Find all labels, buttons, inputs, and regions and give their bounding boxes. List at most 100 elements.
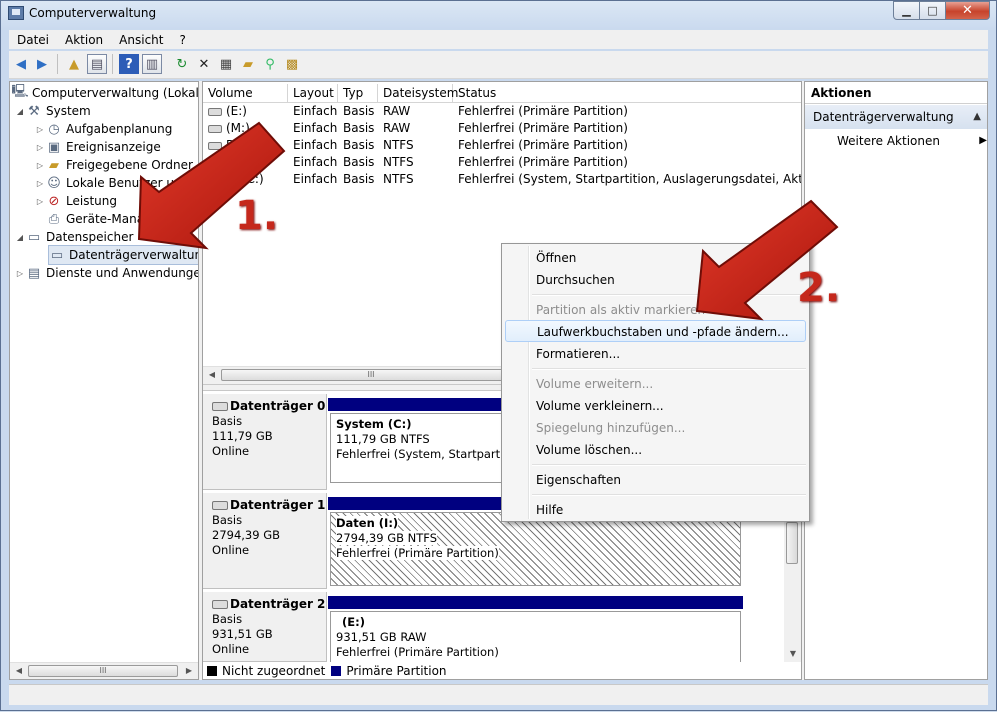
partition-size: 2794,39 GB NTFS bbox=[336, 531, 438, 545]
scroll-right-icon[interactable]: ▶ bbox=[182, 665, 196, 677]
main-window: Computerverwaltung ▁ □ ✕ Datei Aktion An… bbox=[0, 0, 997, 711]
menu-separator bbox=[532, 494, 806, 496]
disk-name: Datenträger 1 bbox=[230, 498, 326, 512]
column-status[interactable]: Status bbox=[453, 84, 801, 102]
disk-info[interactable]: Datenträger 2 Basis 931,51 GB Online bbox=[203, 592, 327, 662]
collapsed-triangle-icon[interactable]: ▷ bbox=[34, 197, 46, 206]
tree-item-disk-management[interactable]: ▭ Datenträgerverwaltung bbox=[48, 245, 198, 265]
menu-help[interactable]: ? bbox=[171, 33, 193, 47]
tree-item-root[interactable]: 🖳 Computerverwaltung (Lokal) bbox=[11, 84, 198, 102]
menu-item-shrink-volume[interactable]: Volume verkleinern... bbox=[505, 395, 806, 417]
menu-item-browse[interactable]: Durchsuchen bbox=[505, 269, 806, 291]
column-layout[interactable]: Layout bbox=[288, 84, 338, 102]
table-row[interactable]: stem (C:) Einfach Basis NTFS Fehlerfrei … bbox=[203, 171, 801, 188]
menu-item-properties[interactable]: Eigenschaften bbox=[505, 469, 806, 491]
column-dateisystem[interactable]: Dateisystem bbox=[378, 84, 458, 102]
volume-name: stem (C:) bbox=[208, 172, 264, 186]
scrollbar-thumb[interactable] bbox=[786, 522, 798, 564]
menu-item-help[interactable]: Hilfe bbox=[505, 499, 806, 521]
collapsed-triangle-icon[interactable]: ▷ bbox=[34, 161, 46, 170]
forward-arrow-icon[interactable]: ▶ bbox=[32, 54, 52, 74]
more-actions-item[interactable]: Weitere Aktionen ▶ bbox=[837, 130, 987, 152]
column-volume[interactable]: Volume bbox=[203, 84, 288, 102]
table-row[interactable]: D Einfach Basis NTFS Fehlerfrei (Primäre… bbox=[203, 137, 801, 154]
scrollbar-thumb[interactable]: III bbox=[28, 665, 178, 677]
disk-type: Basis bbox=[212, 513, 243, 527]
menu-item-change-drive-letter[interactable]: Laufwerkbuchstaben und -pfade ändern... bbox=[505, 320, 806, 342]
scroll-left-icon[interactable]: ◀ bbox=[12, 665, 26, 677]
rescan-disks-icon[interactable]: ▩ bbox=[282, 54, 302, 74]
menu-item-open[interactable]: Öffnen bbox=[505, 247, 806, 269]
back-arrow-icon[interactable]: ◀ bbox=[11, 54, 31, 74]
partition-body[interactable]: (E:) 931,51 GB RAW Fehlerfrei (Primäre P… bbox=[330, 611, 741, 662]
minimize-button[interactable]: ▁ bbox=[893, 1, 920, 20]
collapsed-triangle-icon[interactable]: ▷ bbox=[34, 143, 46, 152]
disk-icon bbox=[212, 402, 228, 411]
partition[interactable]: (E:) 931,51 GB RAW Fehlerfrei (Primäre P… bbox=[328, 592, 743, 662]
close-button[interactable]: ✕ bbox=[946, 1, 990, 20]
tree-item-local-users[interactable]: ▷ ☺ Lokale Benutzer und bbox=[34, 174, 189, 192]
open-folder-icon[interactable]: ▰ bbox=[238, 54, 258, 74]
scroll-left-icon[interactable]: ◀ bbox=[205, 369, 219, 381]
delete-icon[interactable]: ✕ bbox=[194, 54, 214, 74]
computer-management-icon bbox=[8, 6, 24, 20]
tree-item-storage[interactable]: ◢ ▭ Datenspeicher bbox=[14, 228, 133, 246]
properties-icon[interactable]: ▦ bbox=[216, 54, 236, 74]
tree-horizontal-scrollbar[interactable]: ◀ III ▶ bbox=[10, 662, 198, 679]
unallocated-swatch bbox=[207, 666, 217, 676]
help-icon[interactable]: ? bbox=[119, 54, 139, 74]
show-hide-action-pane-icon[interactable]: ▥ bbox=[142, 54, 162, 74]
menu-ansicht[interactable]: Ansicht bbox=[111, 33, 171, 47]
column-typ[interactable]: Typ bbox=[338, 84, 378, 102]
menu-separator bbox=[532, 464, 806, 466]
volume-type: Basis bbox=[343, 121, 375, 135]
volume-type: Basis bbox=[343, 172, 375, 186]
expanded-triangle-icon[interactable]: ◢ bbox=[14, 233, 26, 242]
partition-status: Fehlerfrei (Primäre Partition) bbox=[336, 645, 499, 659]
tree-item-shared-folders[interactable]: ▷ ▰ Freigegebene Ordner bbox=[34, 156, 193, 174]
menu-item-delete-volume[interactable]: Volume löschen... bbox=[505, 439, 806, 461]
tree-item-system[interactable]: ◢ ⚒ System bbox=[14, 102, 91, 120]
up-folder-icon[interactable]: ▲ bbox=[64, 54, 84, 74]
table-row[interactable]: (M:) Einfach Basis RAW Fehlerfrei (Primä… bbox=[203, 120, 801, 137]
refresh-icon[interactable]: ↻ bbox=[172, 54, 192, 74]
collapsed-triangle-icon[interactable]: ▷ bbox=[34, 125, 46, 134]
menu-aktion[interactable]: Aktion bbox=[57, 33, 111, 47]
disk-size: 931,51 GB bbox=[212, 627, 273, 641]
tree-item-performance[interactable]: ▷ ⊘ Leistung bbox=[34, 192, 117, 210]
volume-layout: Einfach bbox=[293, 172, 338, 186]
tree-item-services[interactable]: ▷ ▤ Dienste und Anwendungen bbox=[14, 264, 198, 282]
tree-item-task-scheduler[interactable]: ▷ ◷ Aufgabenplanung bbox=[34, 120, 172, 138]
tree-item-event-viewer[interactable]: ▷ ▣ Ereignisanzeige bbox=[34, 138, 161, 156]
table-row[interactable]: (F:) Einfach Basis NTFS Fehlerfrei (Prim… bbox=[203, 154, 801, 171]
table-row[interactable]: (E:) Einfach Basis RAW Fehlerfrei (Primä… bbox=[203, 103, 801, 120]
drive-icon bbox=[208, 141, 222, 150]
volume-name: (E:) bbox=[226, 104, 247, 118]
volume-filesystem: RAW bbox=[383, 121, 411, 135]
search-icon[interactable]: ⚲ bbox=[260, 54, 280, 74]
disk-management-icon: ▭ bbox=[50, 247, 64, 263]
maximize-button[interactable]: □ bbox=[920, 1, 946, 20]
show-hide-tree-icon[interactable]: ▤ bbox=[87, 54, 107, 74]
primary-partition-bar bbox=[328, 596, 743, 609]
menu-datei[interactable]: Datei bbox=[9, 33, 57, 47]
volume-type: Basis bbox=[343, 104, 375, 118]
collapsed-triangle-icon[interactable]: ▷ bbox=[34, 179, 46, 188]
drive-icon bbox=[208, 158, 222, 167]
partition-body[interactable]: Daten (I:) 2794,39 GB NTFS Fehlerfrei (P… bbox=[330, 512, 741, 586]
scrollbar-thumb[interactable]: III bbox=[221, 369, 521, 381]
collapsed-triangle-icon[interactable]: ▷ bbox=[14, 269, 26, 278]
volume-layout: Einfach bbox=[293, 104, 338, 118]
expanded-triangle-icon[interactable]: ◢ bbox=[14, 107, 26, 116]
scroll-down-icon[interactable]: ▼ bbox=[786, 648, 800, 660]
collapse-arrow-icon[interactable]: ▲ bbox=[973, 105, 981, 129]
tree-item-device-manager[interactable]: ⎙ Geräte-Manag bbox=[46, 210, 152, 228]
menu-item-format[interactable]: Formatieren... bbox=[505, 343, 806, 365]
disk-info[interactable]: Datenträger 0 Basis 111,79 GB Online bbox=[203, 394, 327, 490]
actions-section-disk-management[interactable]: Datenträgerverwaltung ▲ bbox=[805, 105, 987, 129]
tree-item-label: Ereignisanzeige bbox=[66, 140, 161, 154]
tree-item-label: Freigegebene Ordner bbox=[66, 158, 193, 172]
volume-status: Fehlerfrei (Primäre Partition) bbox=[458, 155, 628, 169]
volume-filesystem: NTFS bbox=[383, 155, 414, 169]
disk-info[interactable]: Datenträger 1 Basis 2794,39 GB Online bbox=[203, 493, 327, 589]
